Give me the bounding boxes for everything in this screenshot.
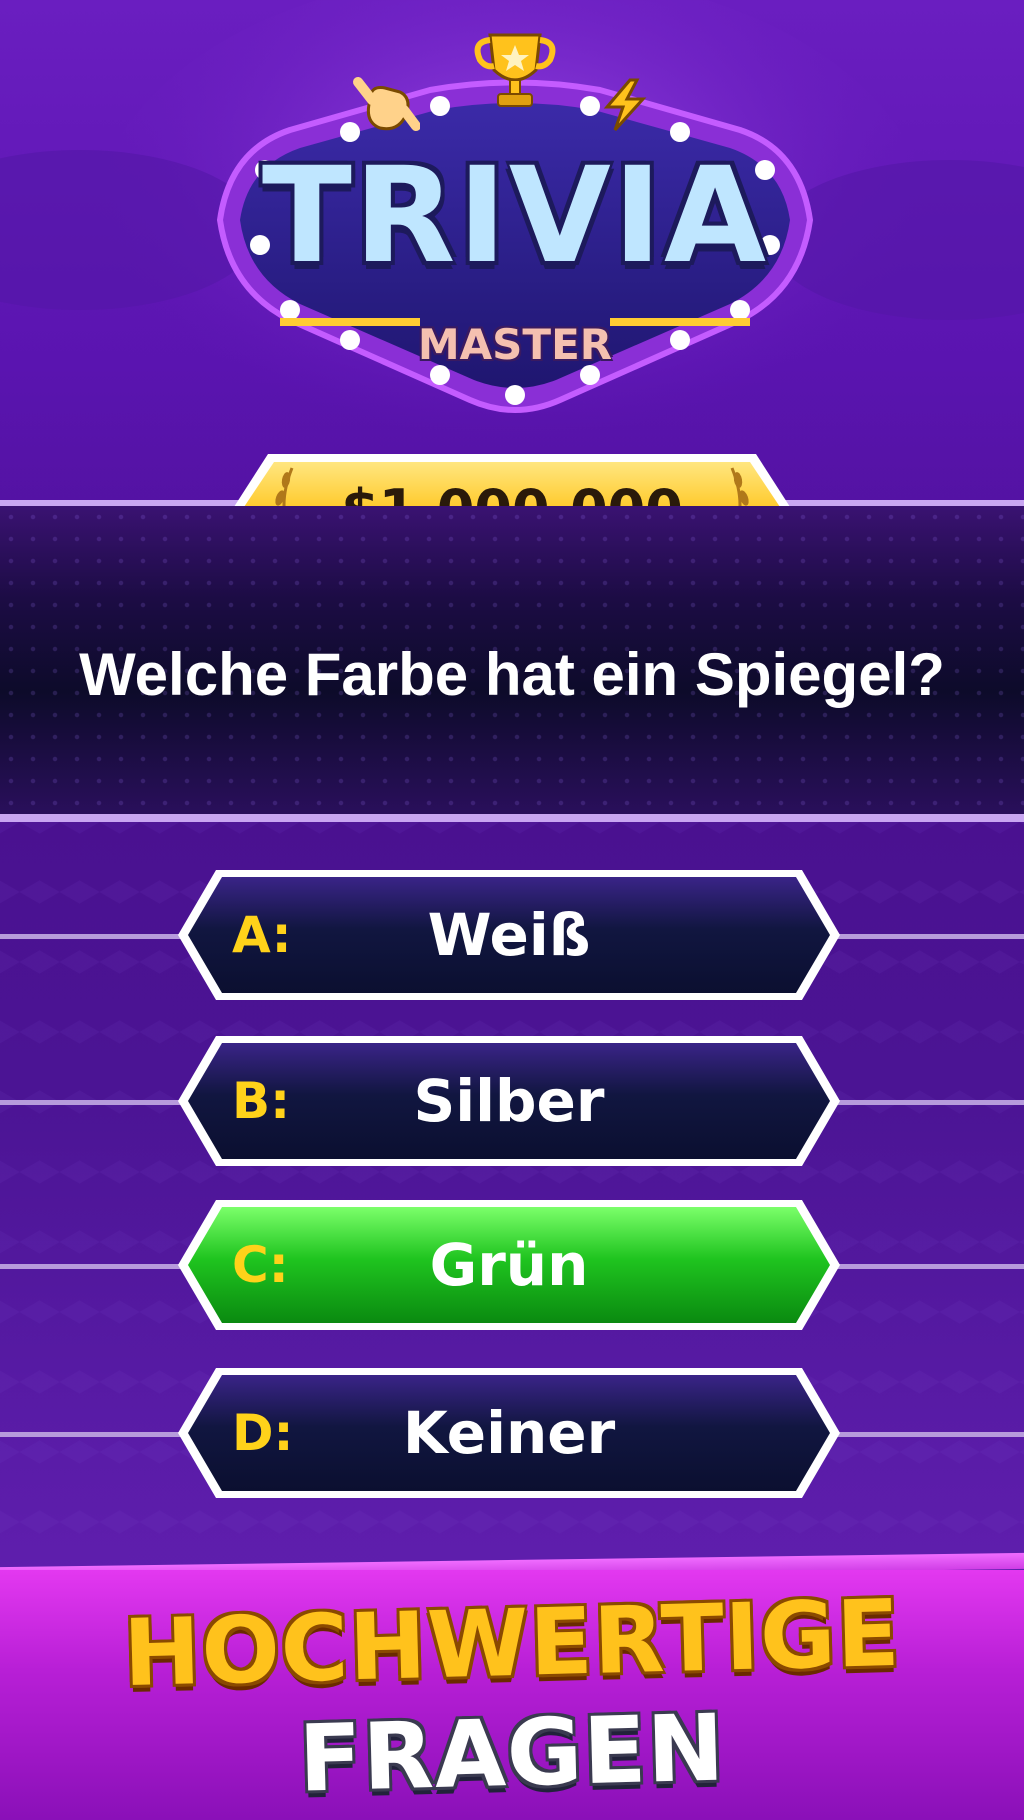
answer-a-text: Weiß xyxy=(427,901,591,969)
answer-option-a[interactable]: A: Weiß xyxy=(174,866,844,1004)
trivia-master-logo: TRIVIA MASTER xyxy=(200,20,830,420)
shaka-hand-icon xyxy=(353,77,420,131)
answer-option-d[interactable]: D: Keiner xyxy=(174,1364,844,1502)
question-text: Welche Farbe hat ein Spiegel? xyxy=(79,641,945,708)
answer-b-text: Silber xyxy=(413,1067,605,1135)
answer-c-text: Grün xyxy=(429,1231,589,1299)
answer-option-c[interactable]: C: Grün xyxy=(174,1196,844,1334)
answer-d-text: Keiner xyxy=(402,1399,616,1467)
logo-title: TRIVIA xyxy=(261,139,769,293)
trophy-icon xyxy=(474,33,556,107)
question-divider xyxy=(0,814,1024,822)
logo-subtitle: MASTER xyxy=(417,320,613,369)
answer-option-b[interactable]: B: Silber xyxy=(174,1032,844,1170)
lightning-icon xyxy=(603,78,647,132)
